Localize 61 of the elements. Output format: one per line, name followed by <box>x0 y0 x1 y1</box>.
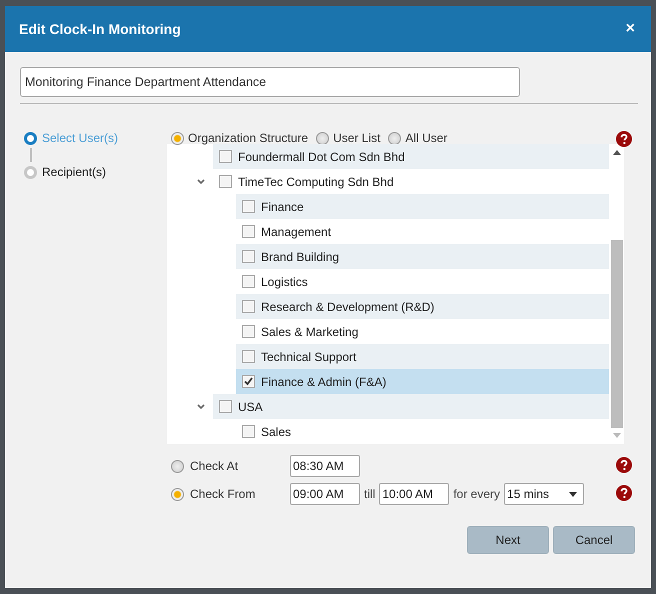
checkbox[interactable] <box>219 150 232 163</box>
checkbox[interactable] <box>242 250 255 263</box>
tree-item-label: Foundermall Dot Com Sdn Bhd <box>238 150 405 164</box>
checkbox[interactable] <box>242 225 255 238</box>
tree-item-label: Technical Support <box>261 350 356 364</box>
tree-item-label: Sales & Marketing <box>261 324 358 338</box>
till-label: till <box>364 487 376 501</box>
tree-item-label: Finance <box>261 200 304 214</box>
checkbox[interactable] <box>242 425 255 438</box>
tree-row[interactable]: Research & Development (R&D) <box>236 294 609 319</box>
caret-icon[interactable] <box>197 178 205 184</box>
dialog-title: Edit Clock-In Monitoring <box>19 21 181 37</box>
help-icon[interactable] <box>616 131 632 147</box>
checkbox[interactable] <box>242 325 255 338</box>
checkbox[interactable] <box>242 200 255 213</box>
tree-item-label: Brand Building <box>261 250 340 264</box>
interval-label: for every <box>453 487 500 501</box>
time-field[interactable]: 09:00 AM <box>290 483 360 505</box>
caret-icon[interactable] <box>197 404 205 410</box>
tree-row[interactable]: Finance & Admin (F&A) <box>236 369 609 394</box>
tree-row[interactable]: Foundermall Dot Com Sdn Bhd <box>213 144 609 169</box>
tree-item-label: USA <box>238 400 263 414</box>
tree-item-label: Logistics <box>261 274 308 288</box>
name-field[interactable]: Monitoring Finance Department Attendance <box>20 67 520 97</box>
tree-item-label: Management <box>261 224 332 238</box>
scroll-down-icon[interactable] <box>612 433 620 438</box>
tree-item-label: TimeTec Computing Sdn Bhd <box>238 174 394 188</box>
step-label[interactable]: Recipient(s) <box>42 165 106 179</box>
radio-button[interactable] <box>171 132 184 144</box>
tree-row[interactable]: Finance <box>236 194 609 219</box>
radio-label[interactable]: All User <box>405 131 448 145</box>
radio-label[interactable]: Check From <box>190 487 286 501</box>
tree-row[interactable]: Brand Building <box>236 244 609 269</box>
checkbox[interactable] <box>242 375 255 388</box>
tree-row[interactable]: Technical Support <box>236 344 609 369</box>
checkbox[interactable] <box>242 300 255 313</box>
checkbox[interactable] <box>242 350 255 363</box>
time-field[interactable]: 08:30 AM <box>290 455 360 477</box>
radio-label[interactable]: Organization Structure <box>188 131 308 145</box>
tree-item-label: Sales <box>261 424 292 438</box>
radio-button[interactable] <box>171 488 184 500</box>
checkbox[interactable] <box>219 400 232 413</box>
interval-dropdown[interactable]: 15 mins <box>504 483 584 505</box>
time-field[interactable]: 10:00 AM <box>379 483 450 505</box>
scroll-up-icon[interactable] <box>612 150 620 155</box>
checkbox[interactable] <box>242 275 255 288</box>
tree-row[interactable]: USA <box>213 394 609 419</box>
close-button[interactable]: × <box>624 20 637 38</box>
help-icon[interactable] <box>616 457 632 473</box>
tree-item-label: Research & Development (R&D) <box>261 300 434 314</box>
help-icon[interactable] <box>616 485 632 501</box>
next-button[interactable]: Next <box>467 526 549 554</box>
radio-button[interactable] <box>316 132 330 144</box>
radio-label[interactable]: User List <box>333 131 380 145</box>
checkbox[interactable] <box>219 175 232 188</box>
tree-item-label: Finance & Admin (F&A) <box>261 374 386 388</box>
radio-label[interactable]: Check At <box>190 459 286 473</box>
cancel-button[interactable]: Cancel <box>553 526 635 554</box>
dropdown-arrow-icon[interactable] <box>569 492 578 496</box>
radio-button[interactable] <box>388 132 402 144</box>
radio-button[interactable] <box>171 460 184 472</box>
